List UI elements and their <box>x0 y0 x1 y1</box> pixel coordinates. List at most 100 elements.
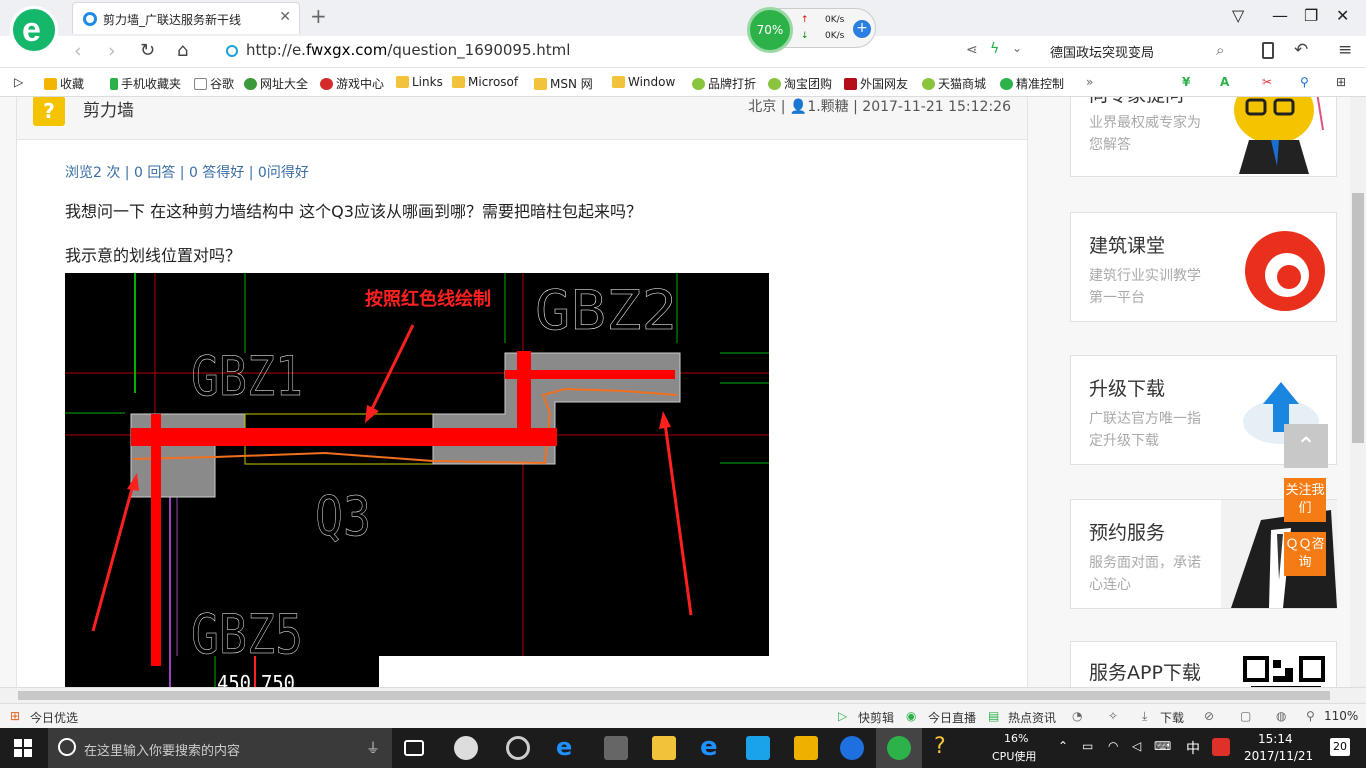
fav-item-10[interactable]: 淘宝团购 <box>768 75 832 92</box>
ime-indicator[interactable]: 中 <box>1186 738 1200 758</box>
file-explorer-icon[interactable] <box>652 736 676 760</box>
question-stats[interactable]: 浏览2 次 | 0 回答 | 0 答得好 | 0问得好 <box>65 162 309 182</box>
volume-icon[interactable]: ◁ <box>1132 739 1141 753</box>
cut-icon[interactable]: ✂ <box>1262 75 1272 89</box>
zoom-level[interactable]: 110% <box>1324 709 1358 723</box>
search-box[interactable]: 德国政坛突现变局 <box>1050 42 1154 61</box>
tray-expand-icon[interactable]: ⌃ <box>1058 739 1068 753</box>
stop-icon[interactable]: ⊘ <box>1204 709 1214 723</box>
performance-widget[interactable]: 70% ↑ 0K/s ↓ 0K/s + <box>747 7 876 53</box>
minimize-button[interactable]: — <box>1272 6 1288 25</box>
notification-badge[interactable]: 20 <box>1330 738 1350 756</box>
battery-icon[interactable]: ▭ <box>1082 739 1093 753</box>
windows-start-icon[interactable] <box>14 739 32 757</box>
task-view-icon[interactable] <box>404 740 424 756</box>
fav-item-0[interactable]: 收藏 <box>44 75 84 92</box>
browser-tab[interactable]: 剪力墙_广联达服务新干线 ✕ <box>72 2 300 34</box>
fav-item-13[interactable]: 精准控制 <box>1000 75 1064 92</box>
horizontal-scrollbar[interactable] <box>0 687 1366 703</box>
daily-picks[interactable]: 今日优选 <box>30 709 78 726</box>
close-window-button[interactable]: ✕ <box>1336 6 1349 25</box>
skin-icon[interactable]: ▽ <box>1232 6 1244 25</box>
fav-item-8[interactable]: Window <box>612 75 675 89</box>
spiral-app-icon[interactable] <box>506 736 530 760</box>
active-browser-task[interactable] <box>876 728 922 768</box>
cad-label-q3: Q3 <box>315 485 371 548</box>
undo-icon[interactable]: ↶ <box>1294 40 1308 60</box>
clock-time[interactable]: 15:14 <box>1258 732 1293 746</box>
glodon-app-icon[interactable] <box>746 736 770 760</box>
edge-icon[interactable]: e <box>556 735 580 760</box>
fav-item-11[interactable]: 外国网友 <box>844 75 908 92</box>
browser-logo-icon[interactable]: e <box>10 6 58 54</box>
translate-icon[interactable]: A <box>1220 75 1229 89</box>
status-item-live[interactable]: 今日直播 <box>928 709 976 726</box>
scroll-thumb[interactable] <box>18 691 1330 700</box>
new-tab-button[interactable]: + <box>310 4 327 28</box>
address-bar-row: ‹ › ↻ ⌂ http://e.fwxgx.com/question_1690… <box>0 36 1366 68</box>
zoom-icon[interactable]: ⚲ <box>1300 75 1309 89</box>
taskbar-search[interactable]: 在这里输入你要搜索的内容 ⏚ <box>48 728 392 768</box>
sidebar-card-app[interactable]: 服务APP下载 <box>1070 641 1337 687</box>
home-icon[interactable]: ⌂ <box>177 40 188 61</box>
tools-icon[interactable]: ✧ <box>1108 709 1118 723</box>
menu-icon[interactable]: ≡ <box>1338 40 1352 60</box>
status-item-news[interactable]: 热点资讯 <box>1008 709 1056 726</box>
vertical-scrollbar[interactable] <box>1350 97 1366 687</box>
sidebar-toggle-icon[interactable]: ▷ <box>14 75 23 89</box>
accelerate-icon[interactable]: + <box>853 20 871 38</box>
cad-drawing-lower: 450 750 <box>151 656 295 687</box>
site-security-icon[interactable] <box>226 45 238 57</box>
chevron-down-icon[interactable]: ⌄ <box>1012 41 1022 55</box>
location[interactable]: 北京 <box>748 99 776 115</box>
back-icon[interactable]: ‹ <box>74 40 82 62</box>
store-icon[interactable] <box>604 736 628 760</box>
fav-item-9[interactable]: 品牌打折 <box>692 75 756 92</box>
apps-icon[interactable]: ⊞ <box>1336 75 1346 89</box>
ie-icon[interactable]: e <box>700 734 724 760</box>
clock-date[interactable]: 2017/11/21 <box>1244 749 1313 763</box>
share-icon[interactable]: ⋖ <box>966 42 978 58</box>
qq-consult-button[interactable]: ＱＱ咨询 <box>1284 532 1326 576</box>
maximize-button[interactable]: ❐ <box>1304 6 1318 25</box>
sound-icon[interactable]: ◍ <box>1276 709 1286 723</box>
search-icon[interactable]: ⌕ <box>1216 41 1224 59</box>
notes-app-icon[interactable] <box>794 736 818 760</box>
fav-item-6[interactable]: Microsof <box>452 75 518 89</box>
help-app-icon[interactable]: ? <box>934 736 958 760</box>
close-tab-icon[interactable]: ✕ <box>279 9 291 25</box>
back-to-top-button[interactable]: ⌃ <box>1284 424 1328 468</box>
fav-item-12[interactable]: 天猫商城 <box>922 75 986 92</box>
more-favorites-icon[interactable]: » <box>1086 75 1093 89</box>
refresh-icon[interactable]: ↻ <box>140 40 155 61</box>
fav-item-7[interactable]: MSN 网 <box>534 75 593 92</box>
sidebar-card-expert[interactable]: 向专家提问 业界最权威专家为您解答 <box>1070 97 1337 177</box>
fav-item-5[interactable]: Links <box>396 75 443 89</box>
url-field[interactable]: http://e.fwxgx.com/question_1690095.html <box>246 41 570 59</box>
speed-icon[interactable]: ◔ <box>1072 709 1082 723</box>
g-app-icon[interactable] <box>840 736 864 760</box>
fav-item-2[interactable]: 谷歌 <box>194 75 234 92</box>
fav-item-4[interactable]: 游戏中心 <box>320 75 384 92</box>
sidebar-card-course[interactable]: 建筑课堂 建筑行业实训教学第一平台 <box>1070 212 1337 322</box>
status-item-clip[interactable]: 快剪辑 <box>858 709 894 726</box>
fav-item-3[interactable]: 网址大全 <box>244 75 308 92</box>
mobile-icon[interactable] <box>1262 42 1274 59</box>
lightning-icon[interactable]: ϟ <box>990 41 999 57</box>
sogou-icon[interactable] <box>1212 738 1230 756</box>
scroll-thumb[interactable] <box>1352 193 1364 443</box>
microphone-icon[interactable]: ⏚ <box>366 738 380 758</box>
window-icon[interactable]: ▢ <box>1240 709 1251 723</box>
user-name[interactable]: 1.颗糖 <box>807 99 848 115</box>
clip-icon: ▷ <box>838 709 848 723</box>
status-item-download[interactable]: 下载 <box>1160 709 1184 726</box>
cad-dim-750: 750 <box>261 671 295 687</box>
follow-us-button[interactable]: 关注我们 <box>1284 478 1326 522</box>
yuan-icon[interactable]: ¥ <box>1182 75 1190 89</box>
folder-icon <box>612 76 625 88</box>
wifi-icon[interactable]: ◠ <box>1108 739 1118 753</box>
forward-icon[interactable]: › <box>108 40 116 62</box>
fav-item-1[interactable]: 手机收藏夹 <box>110 75 181 92</box>
fan-app-icon[interactable] <box>454 736 478 760</box>
keyboard-icon[interactable]: ⌨ <box>1154 739 1171 753</box>
